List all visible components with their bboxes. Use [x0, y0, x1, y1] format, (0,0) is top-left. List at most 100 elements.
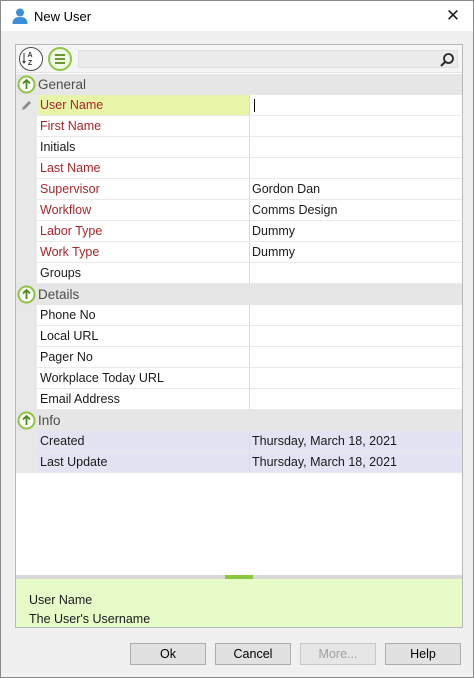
property-value-field[interactable]: Comms Design: [250, 200, 462, 221]
property-value-field[interactable]: Gordon Dan: [250, 179, 462, 200]
row-margin: [16, 389, 37, 410]
property-value-field[interactable]: [250, 95, 462, 116]
property-name: First Name: [37, 116, 250, 137]
property-row[interactable]: Pager No: [16, 347, 462, 368]
property-value-field[interactable]: Dummy: [250, 242, 462, 263]
ok-button[interactable]: Ok: [130, 643, 206, 665]
property-value: Dummy: [252, 245, 296, 259]
help-button[interactable]: Help: [385, 643, 461, 665]
description-pane: User Name The User's Username: [16, 579, 462, 627]
property-value-field[interactable]: Thursday, March 18, 2021: [250, 431, 462, 452]
property-value-field[interactable]: [250, 305, 462, 326]
property-name: Workflow: [37, 200, 250, 221]
category-details[interactable]: Details: [16, 284, 462, 305]
new-user-dialog: New User ✕ A Z General User Name First N…: [0, 0, 474, 678]
property-row[interactable]: Workflow Comms Design: [16, 200, 462, 221]
collapse-category-icon[interactable]: [17, 411, 36, 430]
row-margin: [16, 221, 37, 242]
property-row[interactable]: Supervisor Gordon Dan: [16, 179, 462, 200]
search-input[interactable]: [78, 50, 458, 68]
close-button[interactable]: ✕: [441, 4, 465, 28]
window-title: New User: [34, 9, 92, 24]
property-row[interactable]: Work Type Dummy: [16, 242, 462, 263]
sort-categorized-button[interactable]: [48, 47, 72, 71]
property-row[interactable]: First Name: [16, 116, 462, 137]
more-button[interactable]: More...: [300, 643, 376, 665]
row-margin: [16, 431, 37, 452]
property-value-field[interactable]: [250, 137, 462, 158]
property-name: Workplace Today URL: [37, 368, 250, 389]
property-toolbar: A Z: [16, 45, 462, 73]
property-row[interactable]: Phone No: [16, 305, 462, 326]
property-name: Phone No: [37, 305, 250, 326]
property-value-field[interactable]: [250, 326, 462, 347]
property-value-field[interactable]: Dummy: [250, 221, 462, 242]
property-value-field[interactable]: [250, 347, 462, 368]
svg-text:A: A: [27, 52, 32, 59]
row-margin: [16, 347, 37, 368]
sort-categorized-icon: [55, 54, 65, 64]
text-caret: [254, 99, 255, 113]
category-label: Info: [38, 413, 61, 428]
property-row[interactable]: Labor Type Dummy: [16, 221, 462, 242]
property-value-field[interactable]: [250, 389, 462, 410]
property-row[interactable]: Initials: [16, 137, 462, 158]
cancel-button[interactable]: Cancel: [215, 643, 291, 665]
property-value: Thursday, March 18, 2021: [252, 434, 397, 448]
category-info[interactable]: Info: [16, 410, 462, 431]
property-row[interactable]: Email Address: [16, 389, 462, 410]
row-margin: [16, 95, 37, 116]
property-value-field[interactable]: [250, 116, 462, 137]
property-name: Last Name: [37, 158, 250, 179]
property-name: Pager No: [37, 347, 250, 368]
property-name: Created: [37, 431, 250, 452]
property-name: Initials: [37, 137, 250, 158]
property-grid: General User Name First Name Initials Last N…: [16, 74, 462, 473]
property-value-field[interactable]: [250, 263, 462, 284]
property-value: Dummy: [252, 224, 296, 238]
property-name: Work Type: [37, 242, 250, 263]
sort-alphabetical-icon: A Z: [22, 52, 33, 67]
property-value-field[interactable]: Thursday, March 18, 2021: [250, 452, 462, 473]
property-value-field[interactable]: [250, 368, 462, 389]
svg-text:Z: Z: [28, 60, 33, 67]
row-margin: [16, 326, 37, 347]
property-name: Groups: [37, 263, 250, 284]
row-margin: [16, 242, 37, 263]
row-margin: [16, 368, 37, 389]
category-label: Details: [38, 287, 80, 302]
row-margin: [16, 116, 37, 137]
property-grid-panel: A Z General User Name First Name Initial…: [15, 44, 463, 628]
property-row[interactable]: Groups: [16, 263, 462, 284]
sort-alphabetical-button[interactable]: A Z: [19, 47, 43, 71]
category-general[interactable]: General: [16, 74, 462, 95]
property-value: Comms Design: [252, 203, 338, 217]
collapse-category-icon[interactable]: [17, 285, 36, 304]
row-margin: [16, 200, 37, 221]
row-margin: [16, 179, 37, 200]
row-margin: [16, 263, 37, 284]
row-margin: [16, 158, 37, 179]
property-name: User Name: [37, 95, 250, 116]
description-title: User Name: [29, 593, 93, 607]
collapse-category-icon[interactable]: [17, 75, 36, 94]
row-margin: [16, 137, 37, 158]
property-row[interactable]: User Name: [16, 95, 462, 116]
property-value: Thursday, March 18, 2021: [252, 455, 397, 469]
property-name: Supervisor: [37, 179, 250, 200]
property-row[interactable]: Local URL: [16, 326, 462, 347]
property-row[interactable]: Last Update Thursday, March 18, 2021: [16, 452, 462, 473]
user-icon: [12, 8, 28, 24]
description-text: The User's Username: [29, 612, 151, 626]
property-value-field[interactable]: [250, 158, 462, 179]
property-value: Gordon Dan: [252, 182, 321, 196]
property-row[interactable]: Last Name: [16, 158, 462, 179]
property-row[interactable]: Created Thursday, March 18, 2021: [16, 431, 462, 452]
property-name: Email Address: [37, 389, 250, 410]
category-label: General: [38, 77, 87, 92]
title-bar[interactable]: New User ✕: [1, 1, 473, 31]
property-row[interactable]: Workplace Today URL: [16, 368, 462, 389]
property-name: Local URL: [37, 326, 250, 347]
search-icon[interactable]: [439, 52, 455, 68]
row-margin: [16, 305, 37, 326]
